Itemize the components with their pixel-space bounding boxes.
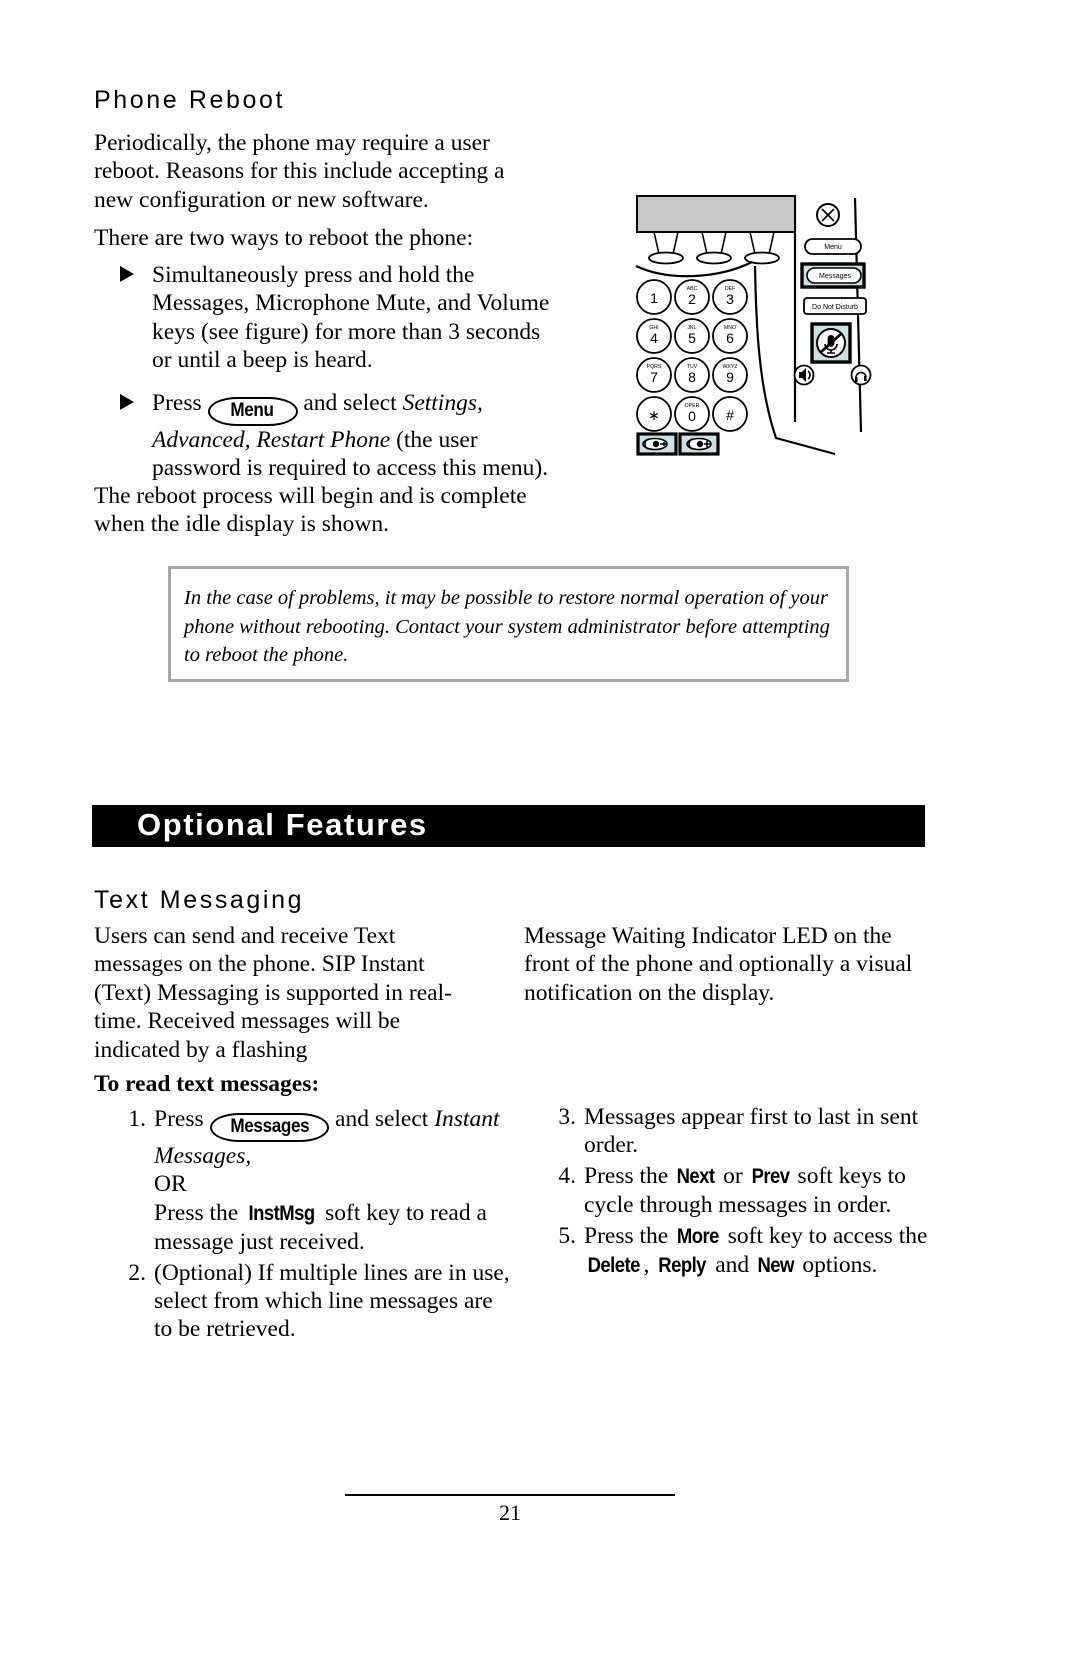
page-number: 21 [499,1500,521,1525]
svg-text:9: 9 [726,369,734,385]
step1-tail-prefix: Press the [154,1199,239,1226]
reboot-bullet-2: Press Menu and select Settings, Advanced… [120,389,564,483]
delete-option-label[interactable]: Delete [588,1252,641,1280]
svg-text:7: 7 [650,369,658,385]
text-messaging-left-column-paragraph: Users can send and receive Text messages… [94,923,452,1063]
list-item-number: 5. [558,1222,576,1249]
svg-text:#: # [726,407,734,423]
svg-text:6: 6 [726,330,734,346]
step4-joiner: or [723,1162,743,1189]
keypad: 1 ABC 2 DEF 3 GHI 4 JKL 5 MNO 6 PQRS 7 T… [636,279,748,432]
phone-reboot-ways-paragraph: There are two ways to reboot the phone: [94,225,474,251]
step5-opt-joiner: and [715,1252,750,1279]
svg-text:Messages: Messages [819,273,851,280]
svg-text:8: 8 [688,369,696,385]
triangle-bullet-icon [120,393,134,410]
step3-text: Messages appear first to last in sent or… [584,1104,919,1159]
reboot-bullet-list: Simultaneously press and hold the Messag… [120,261,549,493]
phone-reboot-heading: Phone Reboot [94,86,286,114]
svg-text:1: 1 [650,290,658,306]
triangle-bullet-icon [120,266,134,282]
reboot-bullet-2-mid: and select [303,389,397,416]
next-soft-key-label[interactable]: Next [677,1163,715,1191]
reply-option-label[interactable]: Reply [658,1252,706,1280]
svg-text:2: 2 [688,291,696,307]
manual-page: Phone Reboot Periodically, the phone may… [0,0,1080,1669]
step5-suffix: options. [802,1252,878,1279]
reboot-bullet-2-prefix: Press [152,389,202,416]
svg-text:0: 0 [688,408,696,424]
step2-text: (Optional) If multiple lines are in use,… [154,1259,510,1343]
volume-keys [636,432,720,456]
to-read-text-messages-heading: To read text messages: [94,1071,320,1097]
more-soft-key-label[interactable]: More [677,1223,720,1251]
phone-diagram-svg: .ln { fill:none; stroke:#000; stroke-wid… [635,195,872,456]
menu-key-label: Menu [230,399,275,421]
note-text: In the case of problems, it may be possi… [184,587,830,666]
list-item-number: 2. [128,1259,146,1286]
step1-prefix: Press [154,1106,204,1132]
svg-text:Do Not Disturb: Do Not Disturb [812,304,858,311]
menu-key-graphic[interactable]: Menu [207,396,298,426]
step1-or: OR [154,1171,187,1198]
instmsg-soft-key-label[interactable]: InstMsg [249,1200,316,1228]
list-item: 1. Press Messages and select Instant Mes… [110,1105,510,1257]
messages-key-graphic[interactable]: Messages [209,1113,330,1142]
list-item: 3. Messages appear first to last in sent… [540,1103,935,1160]
soft-keys [648,231,780,265]
step1-menu-path: Instant Messages, [154,1106,500,1169]
footer-divider [345,1494,675,1496]
list-item-number: 1. [128,1106,146,1132]
svg-text:3: 3 [726,291,734,307]
step5-opt-sep: , [643,1252,650,1279]
step5-mid: soft key to access the [727,1222,928,1249]
list-item-number: 4. [558,1162,576,1189]
step1-mid: and select [335,1106,429,1132]
step4-prefix: Press the [584,1162,669,1189]
list-item: 5. Press the More soft key to access the… [540,1222,935,1281]
text-messaging-heading: Text Messaging [94,886,305,914]
reboot-bullet-1-text: Simultaneously press and hold the Messag… [152,262,550,374]
optional-features-banner-label: Optional Features [137,807,428,842]
phone-reboot-complete-paragraph: The reboot process will begin and is com… [94,483,527,538]
ip-phone-keypad-diagram: .ln { fill:none; stroke:#000; stroke-wid… [580,170,880,460]
text-messaging-right-column-paragraph: Message Waiting Indicator LED on the fro… [524,923,913,1006]
read-messages-steps-left: 1. Press Messages and select Instant Mes… [110,1105,510,1345]
list-item: 4. Press the Next or Prev soft keys to c… [540,1162,935,1220]
note-callout-box: In the case of problems, it may be possi… [168,566,849,682]
step5-prefix: Press the [584,1222,669,1249]
list-item: 2. (Optional) If multiple lines are in u… [110,1259,510,1344]
list-item-number: 3. [558,1104,576,1130]
read-messages-steps-right: 3. Messages appear first to last in sent… [540,1103,935,1281]
svg-text:5: 5 [688,330,696,346]
svg-text:Menu: Menu [824,244,842,251]
messages-key-label: Messages [229,1116,309,1137]
phone-reboot-intro-paragraph: Periodically, the phone may require a us… [94,130,505,213]
optional-features-banner: Optional Features [92,805,925,847]
new-option-label[interactable]: New [758,1252,795,1280]
reboot-bullet-1: Simultaneously press and hold the Messag… [120,261,564,375]
svg-text:∗: ∗ [648,407,660,423]
svg-text:4: 4 [650,330,658,346]
prev-soft-key-label[interactable]: Prev [751,1163,789,1191]
